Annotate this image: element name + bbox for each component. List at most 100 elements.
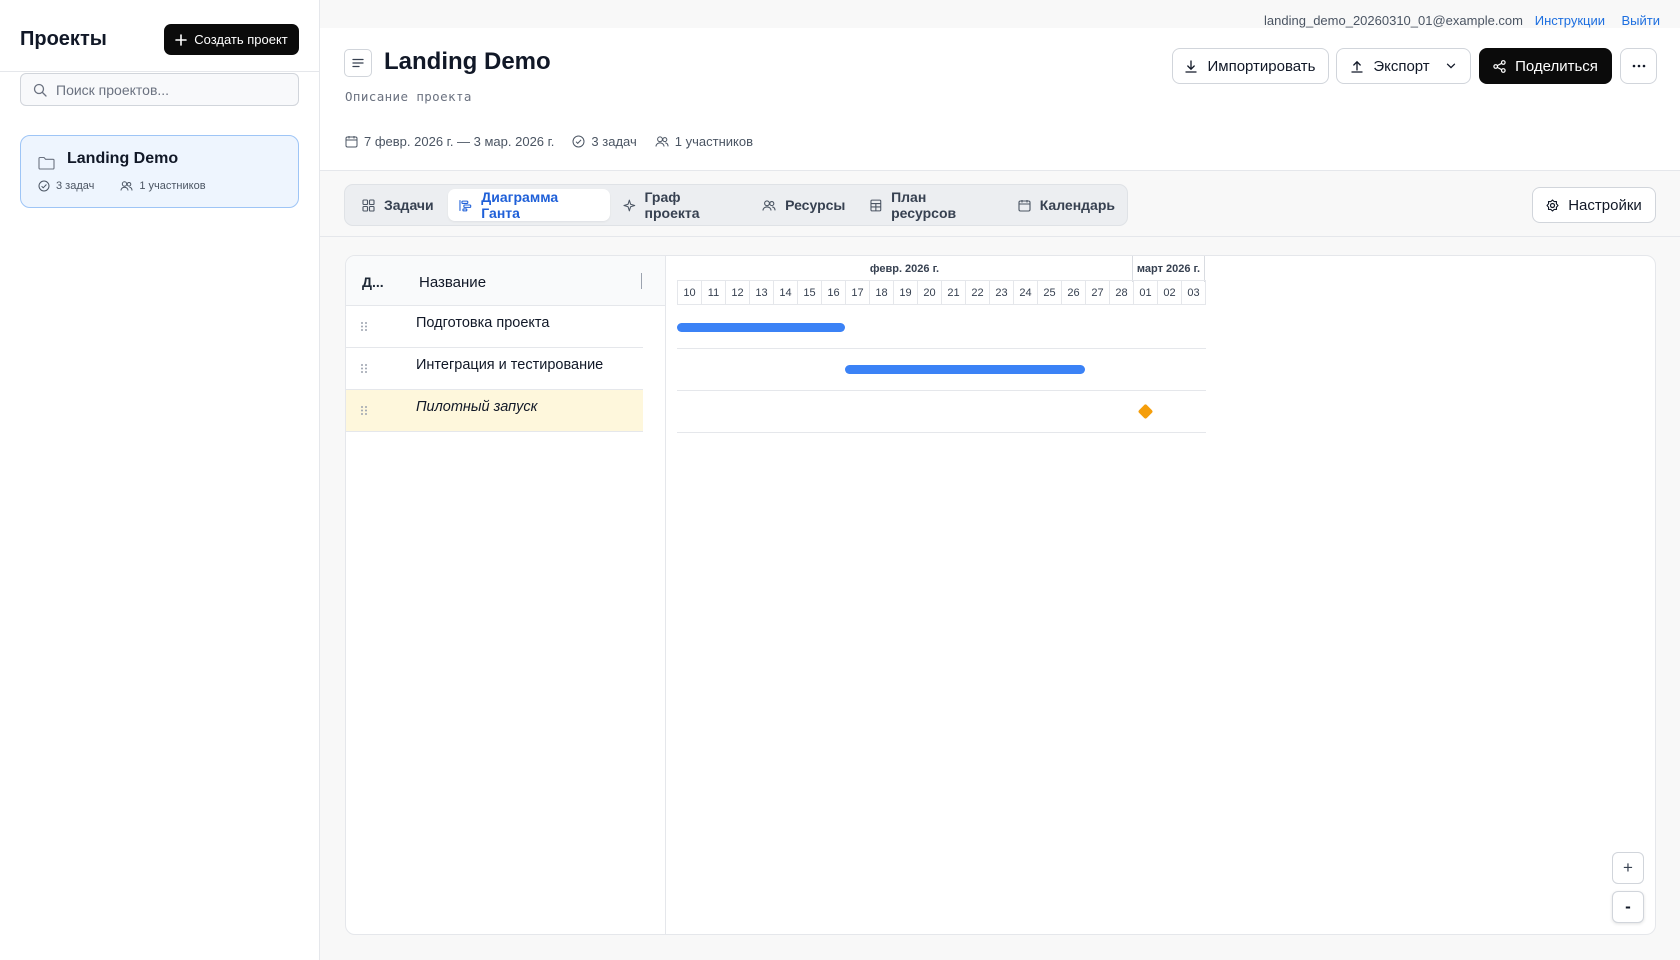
search-input[interactable] xyxy=(56,81,276,98)
day-header: 27 xyxy=(1085,280,1109,305)
day-header: 11 xyxy=(701,280,725,305)
project-card-tasks: 3 задач xyxy=(56,180,95,192)
check-circle-icon xyxy=(572,135,585,148)
day-header: 25 xyxy=(1037,280,1061,305)
day-header: 16 xyxy=(821,280,845,305)
project-member-count: 1 участников xyxy=(674,134,753,149)
day-header: 26 xyxy=(1061,280,1085,305)
calendar-icon xyxy=(1018,199,1031,212)
tab-gantt[interactable]: Диаграмма Ганта xyxy=(447,189,610,221)
folder-icon xyxy=(38,156,55,170)
task-bar[interactable] xyxy=(677,322,845,332)
timeline-row-divider xyxy=(677,348,1206,349)
task-name: Пилотный запуск xyxy=(416,399,538,415)
more-horizontal-icon xyxy=(1632,64,1645,68)
timeline-row-divider xyxy=(677,390,1206,391)
project-card-name: Landing Demo xyxy=(67,150,179,167)
plus-icon xyxy=(175,33,188,46)
drag-handle-icon[interactable] xyxy=(360,363,368,374)
settings-button[interactable]: Настройки xyxy=(1532,187,1656,223)
export-label: Экспорт xyxy=(1373,57,1430,75)
create-project-button[interactable]: Создать проект xyxy=(164,24,299,55)
more-options-button[interactable] xyxy=(1620,48,1657,84)
task-name: Подготовка проекта xyxy=(416,315,550,331)
drag-handle-icon[interactable] xyxy=(360,321,368,332)
tab-resource-plan[interactable]: План ресурсов xyxy=(859,189,1004,221)
sidebar-header: Проекты Создать проект xyxy=(0,0,319,72)
column-header-d[interactable]: Д... xyxy=(362,274,384,290)
milestone-marker[interactable] xyxy=(1137,403,1153,419)
grid-icon xyxy=(362,198,375,212)
users-icon xyxy=(655,136,669,147)
task-row[interactable]: Интеграция и тестирование xyxy=(346,348,643,390)
export-button[interactable]: Экспорт xyxy=(1336,48,1471,84)
tab-tasks[interactable]: Задачи xyxy=(351,189,446,221)
day-header: 01 xyxy=(1133,280,1157,305)
day-header: 17 xyxy=(845,280,869,305)
project-task-count: 3 задач xyxy=(591,134,637,149)
month-header: февр. 2026 г. xyxy=(677,256,1133,282)
zoom-out-button[interactable]: - xyxy=(1612,891,1644,923)
day-header: 10 xyxy=(677,280,701,305)
share-label: Поделиться xyxy=(1515,57,1598,75)
day-header: 22 xyxy=(965,280,989,305)
task-bar[interactable] xyxy=(845,364,1085,374)
day-header: 28 xyxy=(1109,280,1133,305)
gantt-timeline: февр. 2026 г. март 2026 г. 10 11 12 13 14 15 16 1… xyxy=(677,256,1207,436)
toggle-sidebar-button[interactable] xyxy=(344,49,372,77)
day-header: 24 xyxy=(1013,280,1037,305)
day-header: 13 xyxy=(749,280,773,305)
download-icon xyxy=(1185,59,1198,73)
tab-calendar-label: Календарь xyxy=(1039,197,1115,213)
day-header: 15 xyxy=(797,280,821,305)
gantt-grid-header: Д... Название xyxy=(346,256,665,306)
project-card-members: 1 участников xyxy=(139,180,206,192)
column-resizer[interactable] xyxy=(641,273,642,289)
project-card-meta: 3 задач 1 участников xyxy=(38,180,206,192)
check-circle-icon xyxy=(38,180,50,192)
users-icon xyxy=(762,199,776,211)
gantt-icon xyxy=(459,199,471,211)
drag-handle-icon[interactable] xyxy=(360,405,368,416)
project-search xyxy=(20,73,299,106)
gantt-task-grid: Д... Название Подготовка проекта Интегра… xyxy=(346,256,666,934)
search-icon xyxy=(33,83,47,97)
user-email: landing_demo_20260310_01@example.com xyxy=(1264,13,1523,28)
create-project-label: Создать проект xyxy=(194,32,288,47)
import-label: Импортировать xyxy=(1207,57,1316,75)
project-meta: 7 февр. 2026 г. — 3 мар. 2026 г. 3 задач… xyxy=(345,134,771,149)
day-header: 12 xyxy=(725,280,749,305)
tabs-area: Задачи Диаграмма Ганта Граф проекта Ресу… xyxy=(320,171,1680,237)
column-header-name[interactable]: Название xyxy=(419,274,486,291)
logout-link[interactable]: Выйти xyxy=(1622,13,1661,28)
tab-calendar[interactable]: Календарь xyxy=(1007,189,1127,221)
page-title: Landing Demo xyxy=(384,48,551,75)
share-button[interactable]: Поделиться xyxy=(1479,48,1612,84)
project-date-range: 7 февр. 2026 г. — 3 мар. 2026 г. xyxy=(364,134,555,149)
day-header: 19 xyxy=(893,280,917,305)
project-description[interactable]: Описание проекта xyxy=(345,89,472,104)
settings-icon xyxy=(1546,198,1559,212)
day-header: 14 xyxy=(773,280,797,305)
calendar-icon xyxy=(345,136,358,148)
chevron-down-icon xyxy=(1446,63,1455,69)
tab-resources[interactable]: Ресурсы xyxy=(751,189,857,221)
import-button[interactable]: Импортировать xyxy=(1172,48,1329,84)
sparkle-icon xyxy=(623,199,636,211)
view-tabs: Задачи Диаграмма Ганта Граф проекта Ресу… xyxy=(344,184,1128,226)
settings-label: Настройки xyxy=(1568,196,1642,214)
instructions-link[interactable]: Инструкции xyxy=(1535,13,1605,28)
tab-project-graph[interactable]: Граф проекта xyxy=(612,189,749,221)
timeline-row-divider xyxy=(677,432,1206,433)
project-card-landing-demo[interactable]: Landing Demo 3 задач 1 участников xyxy=(20,135,299,208)
tab-tasks-label: Задачи xyxy=(384,197,434,213)
task-row[interactable]: Подготовка проекта xyxy=(346,306,643,348)
sidebar: Проекты Создать проект Landing Demo 3 за… xyxy=(0,0,320,960)
tab-resource-plan-label: План ресурсов xyxy=(891,189,957,221)
table-icon xyxy=(870,199,882,211)
day-header: 23 xyxy=(989,280,1013,305)
task-row-highlighted[interactable]: Пилотный запуск xyxy=(346,390,643,432)
day-header: 20 xyxy=(917,280,941,305)
menu-icon xyxy=(352,58,364,68)
zoom-in-button[interactable]: + xyxy=(1612,852,1644,884)
